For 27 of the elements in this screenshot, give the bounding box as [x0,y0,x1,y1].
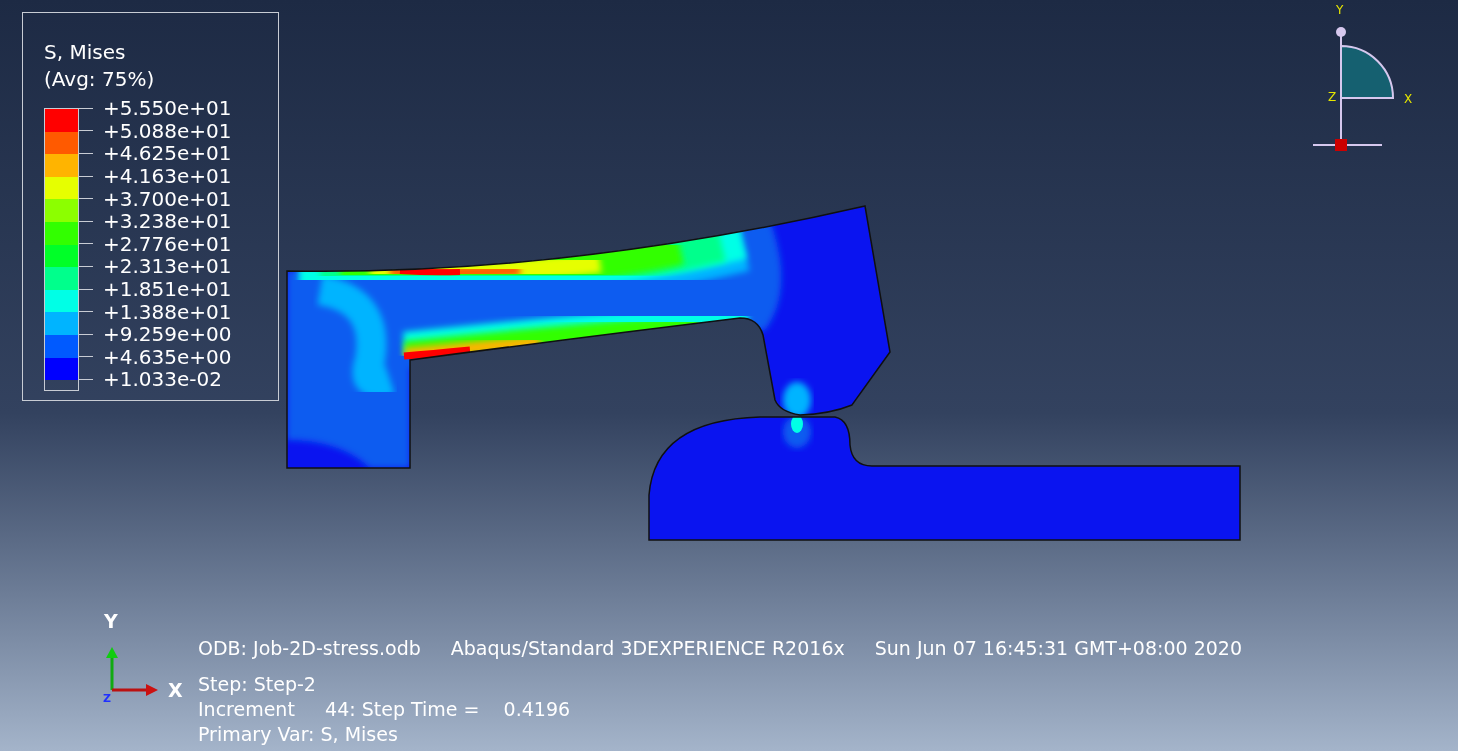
legend-title: S, Mises [44,39,127,66]
x-axis-label: X [1404,93,1413,105]
step-text: Step: Step-2 [198,672,317,697]
increment-text: Increment 44: Step Time = 0.4196 [198,697,572,722]
legend-value: +5.550e+01 [103,98,232,119]
legend-value: +2.776e+01 [103,233,232,254]
legend-value: +1.033e-02 [103,369,222,390]
y-axis-label: Y [104,612,118,631]
x-axis-label: X [168,681,183,700]
legend-value: +4.625e+01 [103,143,232,164]
legend-value: +9.259e+00 [103,324,232,345]
legend-value: +5.088e+01 [103,120,232,141]
solver-version-text: Abaqus/Standard 3DEXPERIENCE R2016x [450,636,845,661]
legend-value: +2.313e+01 [103,256,232,277]
z-axis-label: Z [1328,91,1337,103]
primary-variable-text: Primary Var: S, Mises [198,722,399,747]
legend-value: +4.635e+00 [103,346,232,367]
legend-value: +1.851e+01 [103,279,232,300]
legend-value: +4.163e+01 [103,166,232,187]
y-axis-label: Y [1336,4,1344,16]
legend-value: +3.238e+01 [103,211,232,232]
legend-value: +1.388e+01 [103,301,232,322]
legend-value: +3.700e+01 [103,188,232,209]
z-axis-label: Z [103,693,111,704]
legend-subtitle: (Avg: 75%) [44,66,156,93]
odb-file-text: ODB: Job-2D-stress.odb [198,636,421,661]
timestamp-text: Sun Jun 07 16:45:31 GMT+08:00 2020 [874,636,1242,661]
